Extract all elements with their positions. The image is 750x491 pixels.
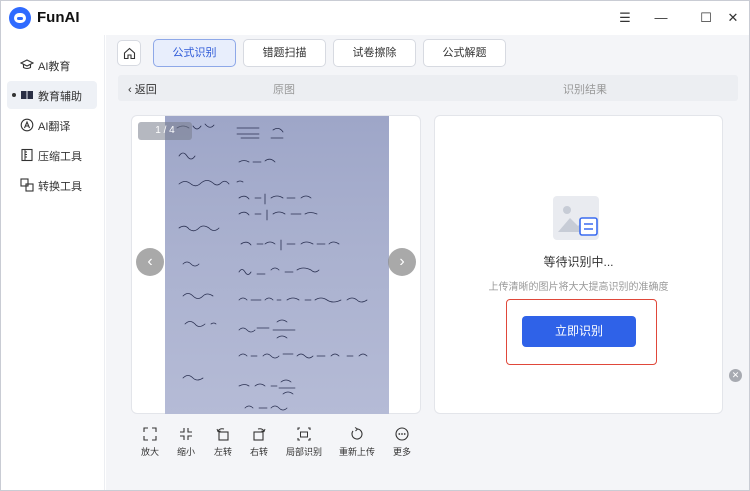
- more-icon: [395, 427, 409, 441]
- start-recognition-button[interactable]: 立即识别: [522, 316, 636, 347]
- sidebar-item-education-assist[interactable]: 教育辅助: [7, 81, 97, 109]
- compress-icon: [20, 148, 34, 162]
- maximize-button[interactable]: ☐: [697, 9, 715, 27]
- page-counter: 1 / 4: [138, 122, 192, 140]
- tab-formula-recognition[interactable]: 公式识别: [153, 39, 236, 67]
- zoom-in-button[interactable]: 放大: [130, 427, 170, 461]
- app-logo-icon: [9, 7, 31, 29]
- tab-paper-erase[interactable]: 试卷擦除: [333, 39, 416, 67]
- more-button[interactable]: 更多: [382, 427, 422, 461]
- back-button[interactable]: ‹ 返回: [128, 81, 157, 97]
- rotate-right-button[interactable]: 右转: [239, 427, 279, 461]
- minimize-button[interactable]: —: [652, 9, 670, 27]
- sidebar-item-ai-education[interactable]: AI教育: [7, 51, 97, 79]
- next-image-button[interactable]: ›: [388, 248, 416, 276]
- sidebar: AI教育 教育辅助 AI翻译 压缩工具 转换工具: [1, 35, 105, 490]
- tool-label: 重新上传: [338, 447, 375, 457]
- sidebar-item-label: 教育辅助: [38, 91, 82, 103]
- reupload-button[interactable]: 重新上传: [337, 427, 377, 461]
- sidebar-item-compress[interactable]: 压缩工具: [7, 141, 97, 169]
- home-icon: [123, 47, 136, 60]
- rotate-left-icon: [216, 428, 229, 441]
- prev-image-button[interactable]: ‹: [136, 248, 164, 276]
- tool-label: 左转: [213, 447, 232, 457]
- book-icon: [20, 88, 34, 102]
- tool-label: 缩小: [176, 447, 195, 457]
- status-text: 等待识别中...: [543, 255, 614, 269]
- translate-icon: [20, 118, 34, 132]
- menu-icon[interactable]: ☰: [616, 9, 634, 27]
- sidebar-item-label: AI教育: [38, 61, 71, 73]
- tab-wrong-question-scan[interactable]: 错题扫描: [243, 39, 326, 67]
- sidebar-item-convert[interactable]: 转换工具: [7, 171, 97, 199]
- tool-label: 更多: [392, 447, 411, 457]
- sidebar-item-label: 压缩工具: [38, 151, 82, 163]
- zoom-out-button[interactable]: 缩小: [166, 427, 206, 461]
- rotate-left-button[interactable]: 左转: [203, 427, 243, 461]
- chevron-left-icon: ‹: [128, 84, 135, 96]
- active-indicator: [12, 93, 16, 97]
- close-button[interactable]: ✕: [724, 9, 742, 27]
- result-panel: 等待识别中... 上传清晰的图片将大大提高识别的准确度 立即识别: [434, 115, 723, 414]
- crop-icon: [297, 427, 311, 441]
- hint-text: 上传清晰的图片将大大提高识别的准确度: [488, 282, 669, 293]
- reupload-icon: [351, 427, 363, 440]
- uploaded-image: [165, 116, 389, 414]
- app-title: FunAI: [37, 9, 80, 26]
- sidebar-item-label: AI翻译: [38, 121, 71, 133]
- sidebar-item-label: 转换工具: [38, 181, 82, 193]
- zoom-in-icon: [143, 427, 157, 441]
- graduation-cap-icon: [19, 58, 35, 72]
- partial-recognition-button[interactable]: 局部识别: [284, 427, 324, 461]
- tool-label: 右转: [249, 447, 268, 457]
- tool-label: 放大: [140, 447, 159, 457]
- main-content: 公式识别 错题扫描 试卷擦除 公式解题 ‹ 返回 原图 识别结果 1 / 4 ‹…: [106, 35, 749, 490]
- image-placeholder-icon: [553, 196, 599, 240]
- convert-icon: [20, 178, 34, 192]
- image-viewer: 1 / 4 ‹ ›: [131, 115, 421, 414]
- sidebar-item-ai-translate[interactable]: AI翻译: [7, 111, 97, 139]
- home-button[interactable]: [117, 40, 141, 66]
- app-window: FunAI ☰ — ☐ ✕ AI教育 教育辅助 AI翻译 压缩工具 转换工具 公…: [0, 0, 750, 491]
- rotate-right-icon: [253, 428, 266, 441]
- zoom-out-icon: [180, 428, 192, 440]
- title-bar: FunAI ☰ — ☐ ✕: [1, 1, 749, 35]
- original-image-title: 原图: [273, 84, 295, 96]
- tool-label: 局部识别: [285, 447, 322, 457]
- sub-header: ‹ 返回 原图 识别结果: [118, 75, 738, 101]
- close-icon[interactable]: ✕: [729, 369, 742, 382]
- tab-formula-solve[interactable]: 公式解题: [423, 39, 506, 67]
- result-title: 识别结果: [563, 84, 607, 96]
